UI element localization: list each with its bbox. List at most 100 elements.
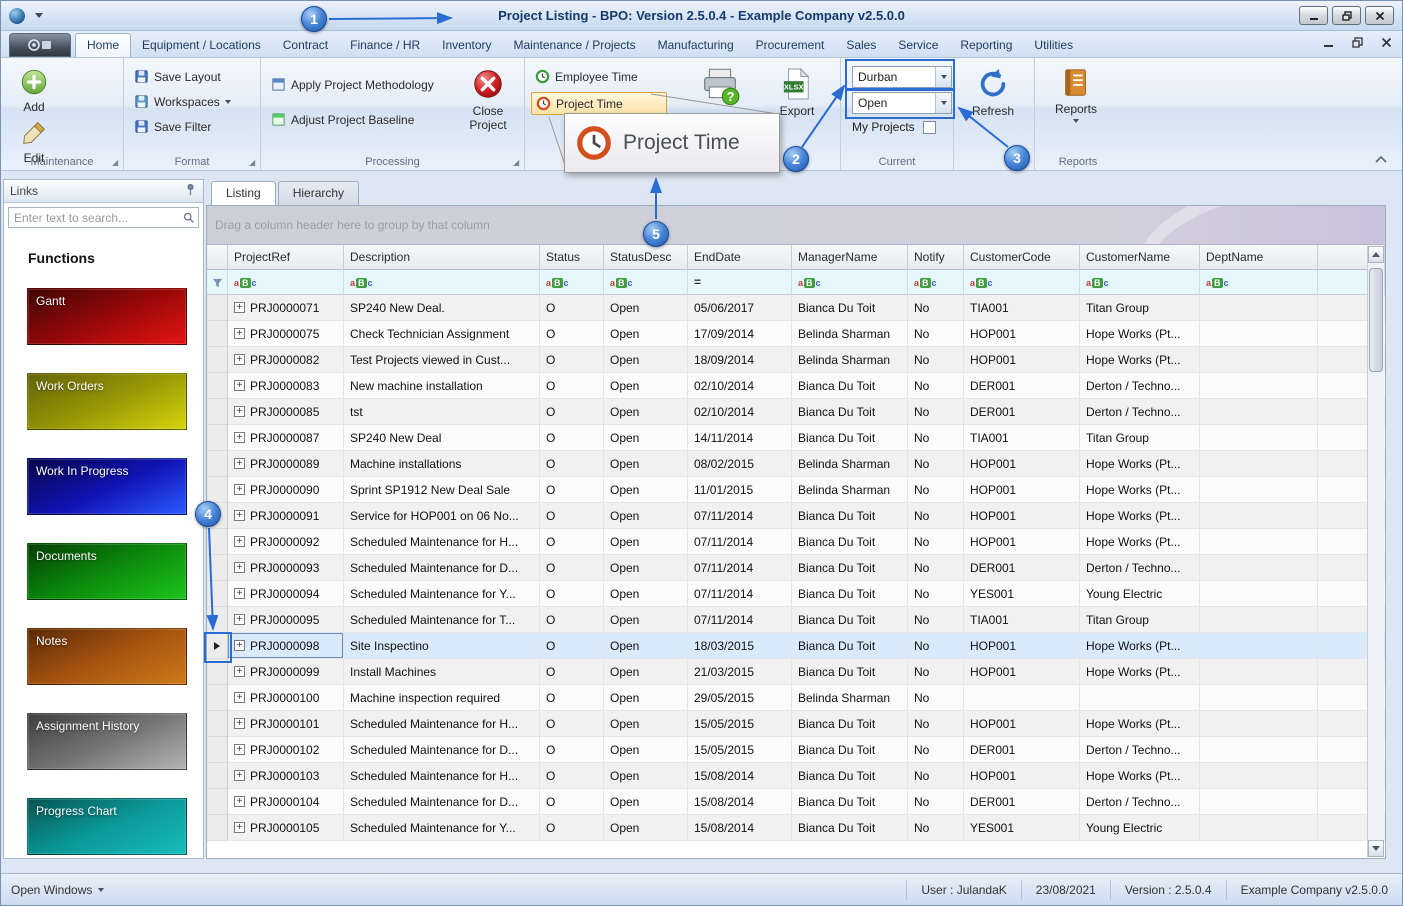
cell-customercode[interactable]: DER001 xyxy=(964,373,1080,399)
cell-customercode[interactable]: HOP001 xyxy=(964,451,1080,477)
filter-cell-statusdesc[interactable]: aBc xyxy=(604,270,688,295)
site-dropdown-caret-icon[interactable] xyxy=(935,67,951,87)
expand-icon[interactable]: + xyxy=(234,588,245,600)
cell-status[interactable]: O xyxy=(540,347,604,373)
cell-description[interactable]: Sprint SP1912 New Deal Sale xyxy=(344,477,540,503)
expand-icon[interactable]: + xyxy=(234,302,245,314)
ribbon-tab-service[interactable]: Service xyxy=(887,34,949,57)
cell-enddate[interactable]: 07/11/2014 xyxy=(688,529,792,555)
column-header-description[interactable]: Description xyxy=(344,245,540,270)
cell-projectref[interactable]: + PRJ0000085 xyxy=(228,399,344,425)
project-time-button[interactable]: Project Time xyxy=(531,92,667,115)
cell-statusdesc[interactable]: Open xyxy=(604,347,688,373)
cell-managername[interactable]: Bianca Du Toit xyxy=(792,659,908,685)
table-row-PRJ0000101[interactable]: + PRJ0000101 Scheduled Maintenance for H..… xyxy=(207,711,1385,737)
cell-status[interactable]: O xyxy=(540,607,604,633)
cell-customercode[interactable]: DER001 xyxy=(964,399,1080,425)
cell-description[interactable]: Scheduled Maintenance for D... xyxy=(344,555,540,581)
cell-managername[interactable]: Bianca Du Toit xyxy=(792,607,908,633)
table-row-PRJ0000085[interactable]: + PRJ0000085 tst O Open 02/10/2014 Bianca Du T… xyxy=(207,399,1385,425)
scrollbar-thumb[interactable] xyxy=(1369,268,1383,372)
cell-customercode[interactable]: HOP001 xyxy=(964,711,1080,737)
cell-notify[interactable]: No xyxy=(908,815,964,841)
cell-statusdesc[interactable]: Open xyxy=(604,763,688,789)
cell-projectref[interactable]: + PRJ0000102 xyxy=(228,737,344,763)
cell-notify[interactable]: No xyxy=(908,633,964,659)
cell-description[interactable]: Scheduled Maintenance for D... xyxy=(344,737,540,763)
cell-deptname[interactable] xyxy=(1200,581,1318,607)
expand-icon[interactable]: + xyxy=(234,536,245,548)
expand-icon[interactable]: + xyxy=(234,614,245,626)
workspaces-button[interactable]: Workspaces xyxy=(130,90,254,113)
cell-customercode[interactable]: DER001 xyxy=(964,555,1080,581)
cell-enddate[interactable]: 18/09/2014 xyxy=(688,347,792,373)
open-windows-button[interactable]: Open Windows xyxy=(1,883,906,897)
cell-deptname[interactable] xyxy=(1200,815,1318,841)
cell-managername[interactable]: Bianca Du Toit xyxy=(792,399,908,425)
cell-projectref[interactable]: + PRJ0000093 xyxy=(228,555,344,581)
dialog-launcher-icon[interactable]: ◢ xyxy=(513,159,521,167)
cell-customercode[interactable]: TIA001 xyxy=(964,607,1080,633)
cell-notify[interactable]: No xyxy=(908,789,964,815)
ribbon-tab-procurement[interactable]: Procurement xyxy=(745,34,836,57)
cell-customername[interactable]: Young Electric xyxy=(1080,815,1200,841)
cell-deptname[interactable] xyxy=(1200,789,1318,815)
filter-cell-description[interactable]: aBc xyxy=(344,270,540,295)
cell-status[interactable]: O xyxy=(540,477,604,503)
expand-icon[interactable]: + xyxy=(234,458,245,470)
cell-description[interactable]: SP240 New Deal. xyxy=(344,295,540,321)
ribbon-tab-inventory[interactable]: Inventory xyxy=(431,34,502,57)
search-input[interactable] xyxy=(9,208,178,227)
cell-status[interactable]: O xyxy=(540,425,604,451)
column-header-status[interactable]: Status xyxy=(540,245,604,270)
expand-icon[interactable]: + xyxy=(234,406,245,418)
scroll-up-icon[interactable] xyxy=(1368,246,1384,263)
cell-notify[interactable]: No xyxy=(908,347,964,373)
cell-deptname[interactable] xyxy=(1200,321,1318,347)
apply-project-methodology-button[interactable]: Apply Project Methodology xyxy=(267,73,455,96)
cell-projectref[interactable]: + PRJ0000100 xyxy=(228,685,344,711)
table-row-PRJ0000095[interactable]: + PRJ0000095 Scheduled Maintenance for T..… xyxy=(207,607,1385,633)
cell-notify[interactable]: No xyxy=(908,295,964,321)
cell-status[interactable]: O xyxy=(540,711,604,737)
function-work-orders[interactable]: Work Orders xyxy=(27,373,187,430)
minimize-button[interactable] xyxy=(1299,6,1328,25)
cell-statusdesc[interactable]: Open xyxy=(604,321,688,347)
cell-notify[interactable]: No xyxy=(908,451,964,477)
table-row-PRJ0000075[interactable]: + PRJ0000075 Check Technician Assignment O O… xyxy=(207,321,1385,347)
cell-managername[interactable]: Belinda Sharman xyxy=(792,347,908,373)
group-by-panel[interactable]: Drag a column header here to group by th… xyxy=(207,206,1385,245)
cell-description[interactable]: Install Machines xyxy=(344,659,540,685)
function-assignment-history[interactable]: Assignment History xyxy=(27,713,187,770)
table-row-PRJ0000093[interactable]: + PRJ0000093 Scheduled Maintenance for D..… xyxy=(207,555,1385,581)
adjust-project-baseline-button[interactable]: Adjust Project Baseline xyxy=(267,108,455,131)
cell-statusdesc[interactable]: Open xyxy=(604,295,688,321)
mdi-minimize-icon[interactable] xyxy=(1323,37,1334,51)
mdi-restore-icon[interactable] xyxy=(1352,37,1363,51)
cell-managername[interactable]: Bianca Du Toit xyxy=(792,373,908,399)
cell-enddate[interactable]: 15/08/2014 xyxy=(688,789,792,815)
cell-managername[interactable]: Bianca Du Toit xyxy=(792,789,908,815)
cell-description[interactable]: Scheduled Maintenance for D... xyxy=(344,789,540,815)
ribbon-tab-reporting[interactable]: Reporting xyxy=(949,34,1023,57)
cell-deptname[interactable] xyxy=(1200,295,1318,321)
cell-statusdesc[interactable]: Open xyxy=(604,659,688,685)
cell-deptname[interactable] xyxy=(1200,503,1318,529)
cell-description[interactable]: New machine installation xyxy=(344,373,540,399)
maximize-button[interactable] xyxy=(1332,6,1361,25)
cell-notify[interactable]: No xyxy=(908,659,964,685)
cell-customercode[interactable]: TIA001 xyxy=(964,425,1080,451)
cell-statusdesc[interactable]: Open xyxy=(604,555,688,581)
filter-cell-deptname[interactable]: aBc xyxy=(1200,270,1318,295)
cell-statusdesc[interactable]: Open xyxy=(604,789,688,815)
cell-managername[interactable]: Bianca Du Toit xyxy=(792,763,908,789)
cell-status[interactable]: O xyxy=(540,815,604,841)
table-row-PRJ0000104[interactable]: + PRJ0000104 Scheduled Maintenance for D..… xyxy=(207,789,1385,815)
cell-customercode[interactable]: DER001 xyxy=(964,737,1080,763)
filter-cell-managername[interactable]: aBc xyxy=(792,270,908,295)
cell-statusdesc[interactable]: Open xyxy=(604,399,688,425)
cell-status[interactable]: O xyxy=(540,529,604,555)
collapse-ribbon-icon[interactable] xyxy=(1374,153,1388,167)
cell-managername[interactable]: Bianca Du Toit xyxy=(792,633,908,659)
cell-customercode[interactable]: HOP001 xyxy=(964,321,1080,347)
